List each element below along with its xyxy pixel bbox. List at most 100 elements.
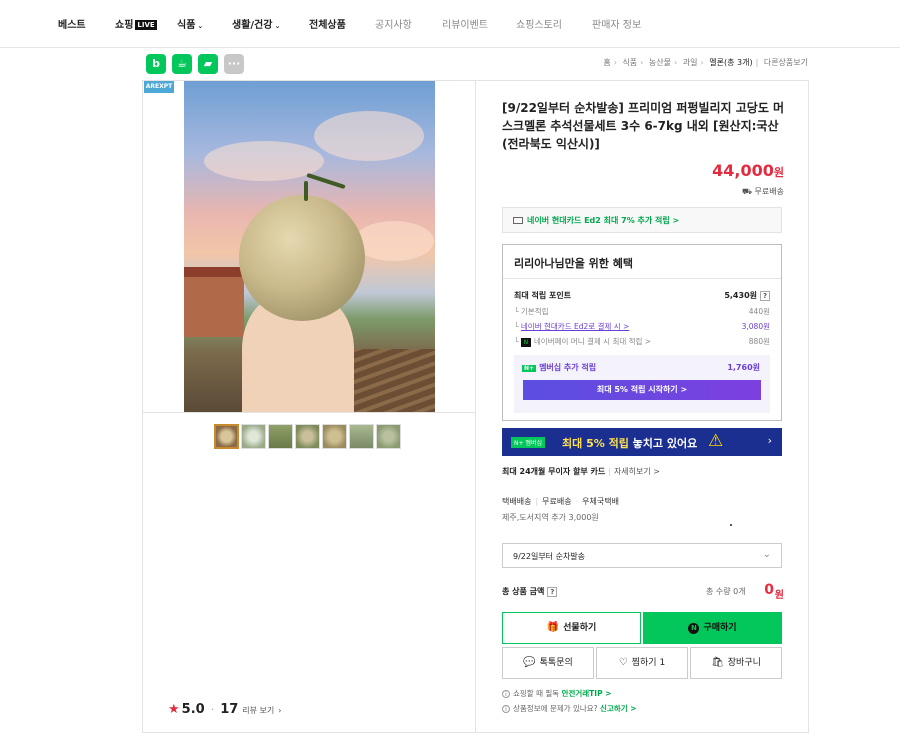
npay-points-value: 880원: [748, 337, 770, 346]
installment-more-link[interactable]: 자세히보기 >: [614, 467, 660, 476]
nav-review-event[interactable]: 리뷰이벤트: [442, 16, 488, 31]
warning-icon: ⚠: [708, 431, 724, 451]
total-label: 총 상품 금액: [502, 587, 545, 596]
card-benefit-banner[interactable]: 네이버 현대카드 Ed2 최대 7% 추가 적립 >: [502, 207, 782, 233]
thumbnail-6[interactable]: [349, 424, 374, 449]
truck-icon: ⛟: [741, 187, 755, 196]
safe-trade-link[interactable]: 안전거래TIP >: [562, 689, 612, 698]
option-selected: 9/22일부터 순차발송: [513, 552, 586, 561]
chevron-right-icon: ›: [674, 58, 678, 67]
top-navigation: 베스트 쇼핑 LIVE 식품 ⌄ 생활/건강 ⌄ 전체상품 공지사항 리뷰이벤트 쇼핑…: [0, 0, 900, 48]
cafe-icon: ☕: [177, 57, 187, 70]
nav-shopping-story[interactable]: 쇼핑스토리: [516, 16, 562, 31]
nav-food-label: 식품: [177, 20, 196, 31]
nav-seller-info[interactable]: 판매자 정보: [592, 16, 641, 31]
membership-value: 1,760원: [727, 363, 760, 372]
safe-trade-text: 쇼핑할 때 필독: [513, 689, 562, 698]
product-main-image[interactable]: [184, 81, 435, 412]
breadcrumb-agri[interactable]: 농산물: [649, 58, 671, 67]
chevron-down-icon: ⌄: [762, 549, 771, 560]
credit-card-icon: [513, 217, 523, 224]
nav-living-health[interactable]: 생활/건강 ⌄: [232, 16, 280, 31]
nplus-membership-tag: N+ 멤버십: [511, 437, 545, 448]
report-notice: i 상품정보에 문제가 있나요? 신고하기 >: [502, 703, 637, 714]
promo-highlight: 최대 5% 적립: [562, 437, 629, 450]
total-label-wrap: 총 상품 금액?: [502, 586, 558, 597]
melon-stem-shape: [304, 181, 308, 201]
card-points-value: 3,080원: [741, 322, 770, 331]
help-icon[interactable]: ?: [760, 291, 770, 301]
shipping-extra: 제주,도서지역 추가 3,000원: [502, 513, 599, 522]
membership-promo-banner[interactable]: N+ 멤버십 최대 5% 적립 놓치고 있어요 ⚠ ›: [502, 428, 782, 456]
nav-notice[interactable]: 공지사항: [375, 16, 412, 31]
review-count: 17: [220, 702, 239, 717]
nav-shopping-live[interactable]: 쇼핑 LIVE: [115, 16, 157, 31]
nav-shopping-label: 쇼핑: [115, 20, 134, 31]
breadcrumb-other-products[interactable]: 다른상품보기: [764, 58, 808, 67]
report-text: 상품정보에 문제가 있나요?: [513, 704, 601, 713]
thumbnail-1[interactable]: [214, 424, 239, 449]
info-icon: i: [502, 705, 510, 713]
talk-inquiry-button[interactable]: 💬 톡톡문의: [502, 647, 594, 679]
thumbnail-2[interactable]: [241, 424, 266, 449]
npay-icon: N: [520, 338, 531, 347]
max-points-value-wrap: 5,430원?: [724, 290, 770, 301]
buy-button[interactable]: N 구매하기: [643, 612, 782, 644]
report-link[interactable]: 신고하기 >: [600, 704, 637, 713]
total-quantity: 총 수량 0개: [706, 587, 746, 596]
max-points-row: 최대 적립 포인트 5,430원?: [514, 290, 770, 301]
cafe-share-button[interactable]: ☕: [172, 54, 192, 74]
total-price: 0: [764, 582, 774, 598]
npay-points-row[interactable]: └ N 네이버페이 머니 결제 시 최대 적립 > 880원: [514, 336, 770, 347]
shipping-info: 택배배송 | 무료배송 · 우체국택배: [502, 496, 619, 507]
total-price-unit: 원: [774, 590, 784, 601]
start-membership-button[interactable]: 최대 5% 적립 시작하기 >: [523, 380, 761, 400]
nav-best[interactable]: 베스트: [58, 16, 86, 31]
chevron-down-icon: ⌄: [197, 22, 204, 30]
max-points-value: 5,430원: [724, 291, 757, 300]
price-value: 44,000: [712, 161, 774, 180]
thumbnail-7[interactable]: [376, 424, 401, 449]
membership-box: N+ 멤버십 추가 적립 1,760원 최대 5% 적립 시작하기 >: [514, 355, 770, 413]
npay-points-link[interactable]: 네이버페이 머니 결제 시 최대 적립 >: [534, 337, 651, 346]
thumbnail-5[interactable]: [322, 424, 347, 449]
breadcrumb-food[interactable]: 식품: [622, 58, 637, 67]
wish-button[interactable]: ♡ 찜하기 1: [596, 647, 688, 679]
bookmark-share-button[interactable]: ▰: [198, 54, 218, 74]
benefit-title: 리리아나님만을 위한 혜택: [503, 245, 781, 279]
shipping-fee: 무료배송: [542, 497, 572, 506]
product-price: 44,000원: [712, 161, 784, 180]
basic-points-value: 440원: [748, 307, 770, 316]
shipping-free: ⛟ 무료배송: [742, 186, 784, 197]
thumbnail-3[interactable]: [268, 424, 293, 449]
card-points-link[interactable]: 네이버 현대카드 Ed2로 결제 시 >: [521, 322, 629, 331]
cart-icon: 🛍: [711, 657, 724, 668]
more-icon: ···: [227, 57, 241, 70]
ar-badge: AREXPT: [144, 81, 174, 93]
tree-branch-icon: └: [514, 307, 521, 316]
thumbnail-4[interactable]: [295, 424, 320, 449]
vertical-divider: [475, 80, 476, 733]
nav-food[interactable]: 식품 ⌄: [177, 16, 203, 31]
chevron-right-icon: ›: [278, 706, 282, 715]
breadcrumb-melon[interactable]: 멜론(총 3개): [709, 58, 752, 67]
melon-shape: [239, 195, 365, 321]
installment-text: 최대 24개월 무이자 할부 카드: [502, 467, 606, 476]
breadcrumb-fruit[interactable]: 과일: [683, 58, 698, 67]
breadcrumb-home[interactable]: 홈: [603, 58, 610, 67]
card-points-row[interactable]: └ 네이버 현대카드 Ed2로 결제 시 > 3,080원: [514, 321, 770, 332]
gift-button[interactable]: 🎁 선물하기: [502, 612, 641, 644]
help-icon[interactable]: ?: [547, 587, 558, 597]
option-select[interactable]: 9/22일부터 순차발송 ⌄: [502, 543, 782, 568]
more-share-button[interactable]: ···: [224, 54, 244, 74]
chat-icon: 💬: [523, 657, 536, 668]
melon-stem-shape: [306, 172, 346, 190]
nav-all-products[interactable]: 전체상품: [309, 16, 346, 31]
rating-summary[interactable]: ★ 5.0 · 17 리뷰 보기 ›: [168, 702, 281, 717]
basic-points-label: 기본적립: [520, 307, 549, 316]
breadcrumb: 홈 › 식품 › 농산물 › 과일 › 멜론(총 3개) | 다른상품보기: [603, 57, 808, 68]
review-link[interactable]: 리뷰 보기: [242, 706, 274, 715]
cart-button[interactable]: 🛍 장바구니: [690, 647, 782, 679]
blog-share-button[interactable]: b: [146, 54, 166, 74]
chevron-right-icon: ›: [613, 58, 617, 67]
